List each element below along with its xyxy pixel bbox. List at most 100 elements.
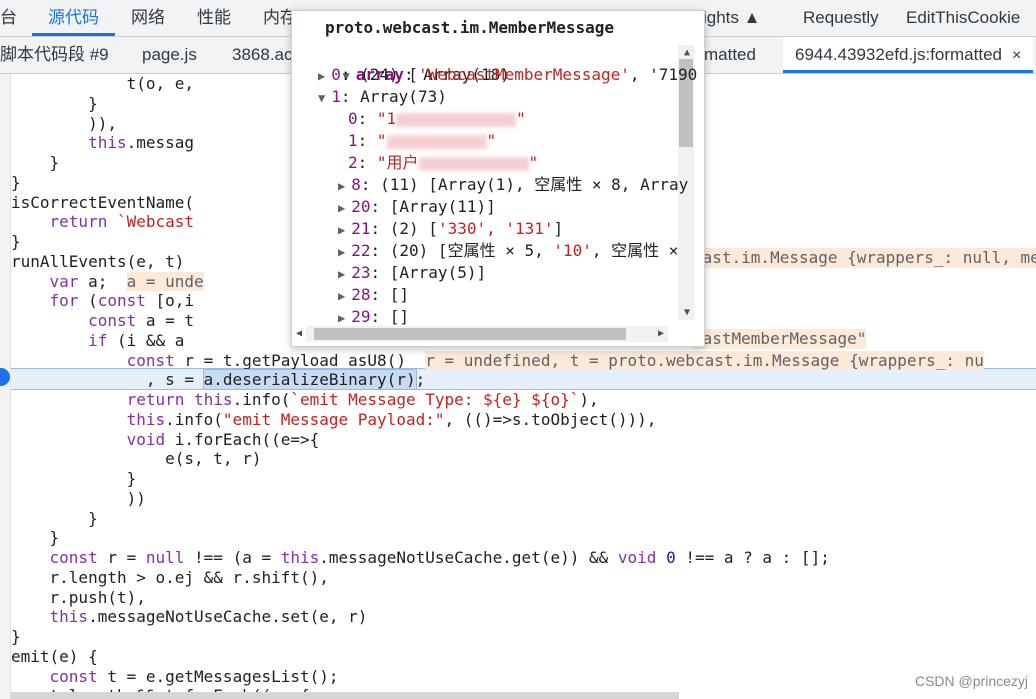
code-token: const (97, 291, 146, 311)
scroll-right-arrow-icon[interactable]: ▶ (658, 328, 664, 339)
object-property-row[interactable]: 0: "1 " (348, 108, 526, 130)
code-token: void (617, 548, 657, 567)
code-token: for (49, 291, 79, 311)
collapsed-triangle-icon[interactable]: ▶ (338, 179, 345, 193)
property-value: [] (389, 285, 410, 304)
code-token: return (126, 390, 185, 409)
object-property-row[interactable]: ▶ 20: [Array(11)] (338, 196, 496, 218)
code-line: const a = t (11, 311, 194, 331)
collapsed-triangle-icon[interactable]: ▶ (338, 267, 345, 281)
property-string-value: '10' (553, 241, 592, 260)
code-token: , s = (11, 370, 204, 390)
root-array-row[interactable]: ▼ array: Array(18) (304, 42, 510, 84)
scroll-thumb[interactable] (314, 328, 626, 340)
code-token: a = unde (126, 271, 204, 291)
code-token: "emit Message Payload:" (222, 409, 445, 429)
code-line: if (i && a (11, 331, 184, 351)
redacted-value (386, 134, 487, 149)
collapsed-triangle-icon[interactable]: ▶ (338, 245, 345, 259)
object-preview-popover[interactable]: proto.webcast.im.MemberMessage ▼ array: A… (291, 10, 705, 347)
property-string-value: '330', '131' (437, 219, 554, 238)
object-property-row[interactable]: ▶ 8: (11) [Array(1), 空属性 × 8, Array (338, 174, 688, 196)
code-line: const t = e.getMessagesList(); (11, 667, 339, 687)
tab-performance[interactable]: 性能 (197, 0, 231, 36)
property-value: Array(73) (360, 87, 447, 106)
object-property-row[interactable]: ▶ 28: [] (338, 284, 409, 306)
code-token: !== (a = (184, 548, 281, 567)
code-line: } (11, 509, 98, 529)
scroll-down-arrow-icon[interactable]: ▼ (684, 307, 690, 318)
code-token: var (49, 271, 79, 291)
object-property-row[interactable]: 1: " " (348, 130, 496, 152)
code-line: )), (11, 114, 117, 134)
code-line: t(o, e, (11, 74, 194, 94)
code-token: r = t.getPayload_asU8() (174, 350, 426, 370)
scroll-up-arrow-icon[interactable]: ▲ (684, 47, 690, 58)
tab-lighthouse[interactable]: ights ▲ (703, 0, 760, 36)
code-line: return this.info(`emit Message Type: ${e… (11, 390, 599, 410)
code-token: this (88, 133, 127, 153)
object-property-row[interactable]: ▼ 1: Array(73) (318, 86, 447, 108)
tab-console[interactable]: 台 (0, 0, 17, 36)
object-property-row[interactable]: ▶ 21: (2) ['330', '131'] (338, 218, 563, 240)
property-key: 20 (351, 197, 371, 216)
object-property-row[interactable]: 2: "用户 " (348, 152, 538, 174)
expanded-triangle-icon[interactable]: ▼ (318, 91, 325, 105)
code-line: isCorrectEventName( (11, 193, 194, 213)
code-token: r = (97, 548, 146, 567)
file-tab-label: 6944.43932efd.js:formatted (795, 45, 1002, 64)
popover-horizontal-scrollbar[interactable] (306, 326, 668, 342)
code-line: } (11, 469, 137, 489)
scroll-left-arrow-icon[interactable]: ◀ (296, 328, 302, 339)
property-key: 2 (348, 153, 358, 172)
property-value-suffix: " (528, 153, 539, 172)
file-tab-formatted[interactable]: matted (704, 37, 756, 73)
code-line: r.length > o.ej && r.shift(), (11, 568, 329, 588)
property-value: (11) [Array(1), 空属性 × 8, Array (380, 175, 689, 194)
property-key: 23 (351, 263, 371, 282)
collapsed-triangle-icon[interactable]: ▶ (338, 223, 345, 237)
property-value-suffix: ] (553, 219, 564, 238)
code-token: } (11, 508, 98, 528)
collapsed-triangle-icon[interactable]: ▶ (318, 69, 325, 83)
object-property-row[interactable]: ▶ 29: [] (338, 306, 409, 328)
object-property-row[interactable]: ▶ 0: (24) ['WebcastMemberMessage', '7190 (318, 64, 697, 86)
property-string-value: " (376, 131, 387, 150)
code-token: this (126, 409, 166, 429)
code-token: a.deserializeBinary(r) (202, 369, 417, 391)
property-key: 1 (348, 131, 358, 150)
code-token: const (88, 311, 137, 330)
code-token: this (280, 548, 320, 567)
object-property-row[interactable]: ▶ 22: (20) [空属性 × 5, '10', 空属性 × (338, 240, 678, 262)
tab-requestly[interactable]: Requestly (803, 0, 879, 36)
code-token: r = undefined, t = proto.webcast.im.Mess… (425, 350, 984, 370)
tab-network[interactable]: 网络 (131, 0, 165, 36)
code-token: this (194, 390, 233, 409)
tab-sources[interactable]: 源代码 (48, 0, 99, 36)
property-key: 0 (348, 109, 358, 128)
collapsed-triangle-icon[interactable]: ▶ (338, 311, 345, 325)
file-tab-6944-formatted[interactable]: 6944.43932efd.js:formatted × (783, 37, 1034, 73)
code-token: r.push(t), (11, 587, 146, 607)
property-string-value: 'WebcastMemberMessage' (417, 65, 630, 84)
code-token: isCorrectEventName( (11, 192, 195, 212)
collapsed-triangle-icon[interactable]: ▶ (338, 289, 345, 303)
collapsed-triangle-icon[interactable]: ▶ (338, 201, 345, 215)
editor-horizontal-scrollbar[interactable] (11, 692, 679, 699)
code-line: const r = null !== (a = this.messageNotU… (11, 548, 830, 568)
tab-editthiscookie[interactable]: EditThisCookie (906, 0, 1020, 36)
close-icon[interactable]: × (1012, 47, 1021, 64)
file-tab-page-js[interactable]: page.js (142, 37, 197, 73)
file-tab-snippet[interactable]: 脚本代码段 #9 (0, 37, 109, 73)
object-property-row[interactable]: ▶ 23: [Array(5)] (338, 262, 486, 284)
property-key: 1 (331, 87, 341, 106)
file-tab-3868[interactable]: 3868.ac (232, 37, 293, 73)
line-number-gutter[interactable] (0, 74, 11, 699)
